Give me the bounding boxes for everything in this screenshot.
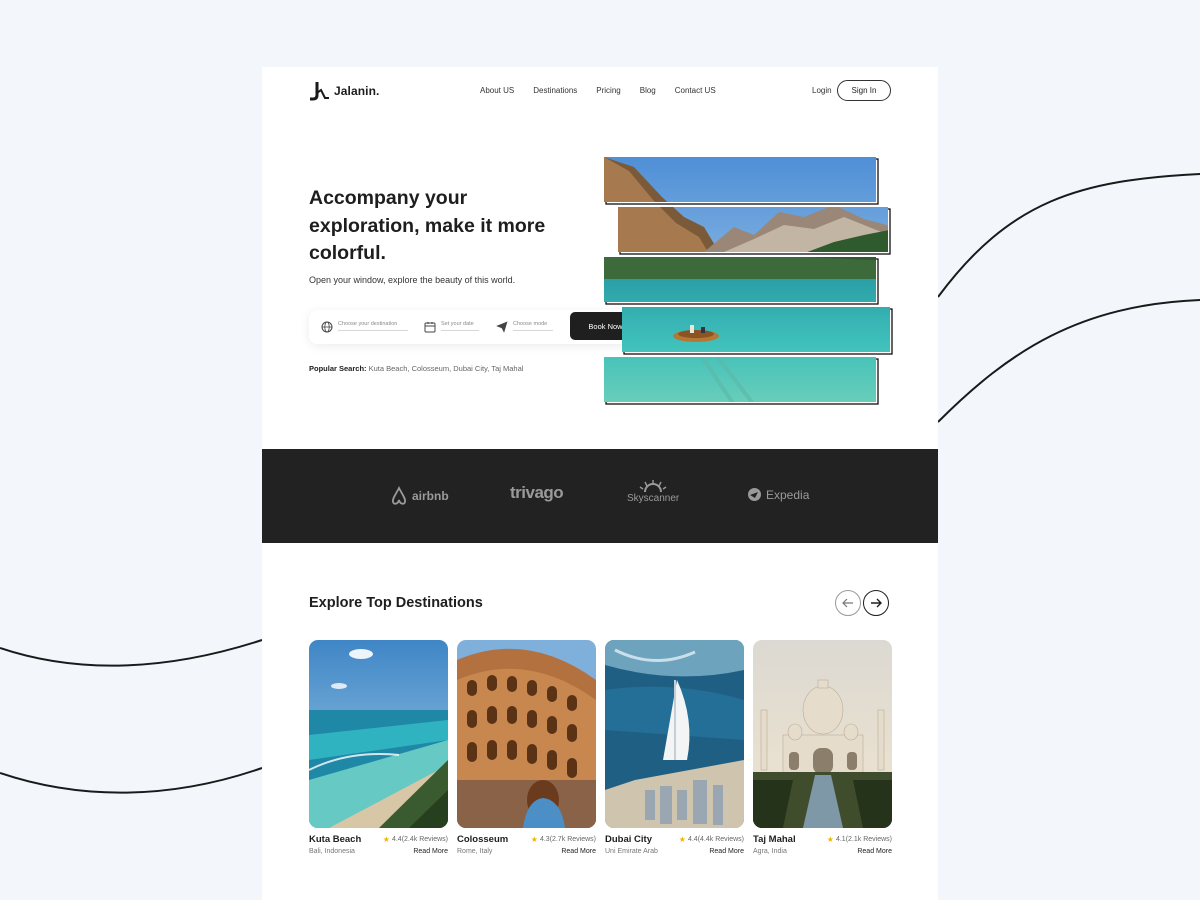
destination-rating-text: 4.4(4.4k Reviews) bbox=[687, 836, 744, 843]
plane-icon bbox=[496, 321, 508, 333]
destination-card-kuta-beach[interactable]: Kuta Beach ★ 4.4(2.4k Reviews) Bali, Indo… bbox=[309, 640, 448, 855]
destination-card-dubai-city[interactable]: Dubai City ★ 4.4(4.4k Reviews) Uni Emirat… bbox=[605, 640, 744, 855]
destination-name: Kuta Beach bbox=[309, 834, 362, 845]
destination-location: Bali, Indonesia bbox=[309, 848, 355, 855]
destination-title-row: Kuta Beach ★ 4.4(2.4k Reviews) bbox=[309, 834, 448, 845]
destination-meta-row: Bali, Indonesia Read More bbox=[309, 848, 448, 855]
destination-image[interactable] bbox=[605, 640, 744, 828]
destination-rating-text: 4.1(2.1k Reviews) bbox=[835, 836, 892, 843]
destination-input[interactable]: Choose your destination bbox=[338, 320, 408, 331]
destination-location: Agra, India bbox=[753, 848, 787, 855]
booking-search-bar: Choose your destination Set your date Ch… bbox=[309, 310, 641, 344]
taj-mahal-illustration bbox=[753, 640, 892, 828]
destination-card-colosseum[interactable]: Colosseum ★ 4.3(2.7k Reviews) Rome, Italy… bbox=[457, 640, 596, 855]
airbnb-logo: airbnb bbox=[390, 486, 449, 506]
destination-name: Taj Mahal bbox=[753, 834, 796, 845]
read-more-link[interactable]: Read More bbox=[561, 848, 596, 855]
colosseum-illustration bbox=[457, 640, 596, 828]
star-icon: ★ bbox=[530, 835, 538, 844]
destination-rating: ★ 4.4(4.4k Reviews) bbox=[679, 835, 744, 844]
date-field[interactable]: Set your date bbox=[424, 320, 479, 333]
destination-field[interactable]: Choose your destination bbox=[321, 320, 408, 333]
mode-select[interactable]: Choose mode bbox=[513, 320, 553, 331]
airbnb-icon bbox=[391, 486, 407, 505]
carousel-next-button[interactable] bbox=[863, 590, 889, 616]
destination-meta-row: Uni Emirate Arab Read More bbox=[605, 848, 744, 855]
trivago-logo: trivago bbox=[510, 483, 564, 503]
hero-title: Accompany your exploration, make it more… bbox=[309, 187, 546, 264]
main-menu: About US Destinations Pricing Blog Conta… bbox=[480, 86, 716, 95]
arrow-right-icon bbox=[871, 598, 882, 608]
popular-search: Popular Search: Kuta Beach, Colosseum, D… bbox=[309, 364, 523, 373]
destination-meta-row: Agra, India Read More bbox=[753, 848, 892, 855]
logo-mark-icon bbox=[310, 82, 329, 101]
nav-link-contact[interactable]: Contact US bbox=[675, 86, 716, 95]
nav-link-pricing[interactable]: Pricing bbox=[596, 86, 620, 95]
login-link[interactable]: Login bbox=[812, 86, 832, 95]
destination-card-taj-mahal[interactable]: Taj Mahal ★ 4.1(2.1k Reviews) Agra, India… bbox=[753, 640, 892, 855]
sunrise-icon bbox=[639, 480, 667, 493]
star-icon: ★ bbox=[382, 835, 390, 844]
expedia-text: Expedia bbox=[766, 487, 810, 502]
read-more-link[interactable]: Read More bbox=[857, 848, 892, 855]
explore-section-title: Explore Top Destinations bbox=[309, 595, 483, 611]
star-icon: ★ bbox=[826, 835, 834, 844]
nav-link-about[interactable]: About US bbox=[480, 86, 514, 95]
destination-image[interactable] bbox=[309, 640, 448, 828]
nav-link-destinations[interactable]: Destinations bbox=[533, 86, 577, 95]
nav-link-blog[interactable]: Blog bbox=[640, 86, 656, 95]
skyscanner-logo: Skyscanner bbox=[627, 479, 679, 504]
destination-location: Uni Emirate Arab bbox=[605, 848, 658, 855]
star-icon: ★ bbox=[678, 835, 686, 844]
globe-icon bbox=[321, 321, 333, 333]
destination-location: Rome, Italy bbox=[457, 848, 493, 855]
hero-subtitle: Open your window, explore the beauty of … bbox=[309, 275, 516, 285]
destination-title-row: Dubai City ★ 4.4(4.4k Reviews) bbox=[605, 834, 744, 845]
destination-meta-row: Rome, Italy Read More bbox=[457, 848, 596, 855]
trivago-text: trivago bbox=[510, 483, 564, 502]
destination-title-row: Taj Mahal ★ 4.1(2.1k Reviews) bbox=[753, 834, 892, 845]
beach-illustration bbox=[309, 640, 448, 828]
date-input[interactable]: Set your date bbox=[441, 320, 479, 331]
popular-search-label: Popular Search: bbox=[309, 364, 367, 373]
destination-rating: ★ 4.3(2.7k Reviews) bbox=[531, 835, 596, 844]
sign-in-button[interactable]: Sign In bbox=[837, 80, 891, 101]
destination-rating-text: 4.3(2.7k Reviews) bbox=[539, 836, 596, 843]
brand-name: Jalanin. bbox=[334, 84, 380, 98]
destination-name: Colosseum bbox=[457, 834, 509, 845]
carousel-prev-button[interactable] bbox=[835, 590, 861, 616]
hero-landscape-image bbox=[604, 157, 893, 405]
destination-name: Dubai City bbox=[605, 834, 652, 845]
expedia-logo: Expedia bbox=[747, 487, 809, 502]
arrow-left-icon bbox=[842, 598, 853, 608]
mode-field[interactable]: Choose mode bbox=[496, 320, 553, 333]
skyscanner-text: Skyscanner bbox=[627, 493, 680, 504]
destination-title-row: Colosseum ★ 4.3(2.7k Reviews) bbox=[457, 834, 596, 845]
destination-image[interactable] bbox=[753, 640, 892, 828]
globe-plane-icon bbox=[748, 488, 761, 501]
dubai-illustration bbox=[605, 640, 744, 828]
destination-image[interactable] bbox=[457, 640, 596, 828]
popular-search-items[interactable]: Kuta Beach, Colosseum, Dubai City, Taj M… bbox=[369, 364, 524, 373]
top-navbar: Jalanin. About US Destinations Pricing B… bbox=[262, 67, 938, 115]
landing-page: Jalanin. About US Destinations Pricing B… bbox=[262, 67, 938, 900]
brand-logo[interactable]: Jalanin. bbox=[308, 80, 379, 102]
airbnb-text: airbnb bbox=[412, 489, 449, 503]
calendar-icon bbox=[424, 322, 436, 333]
read-more-link[interactable]: Read More bbox=[413, 848, 448, 855]
partner-logos-bar: airbnb trivago Skyscanner Expedia bbox=[262, 449, 938, 543]
destination-rating: ★ 4.4(2.4k Reviews) bbox=[383, 835, 448, 844]
destination-rating: ★ 4.1(2.1k Reviews) bbox=[827, 835, 892, 844]
read-more-link[interactable]: Read More bbox=[709, 848, 744, 855]
destination-rating-text: 4.4(2.4k Reviews) bbox=[391, 836, 448, 843]
